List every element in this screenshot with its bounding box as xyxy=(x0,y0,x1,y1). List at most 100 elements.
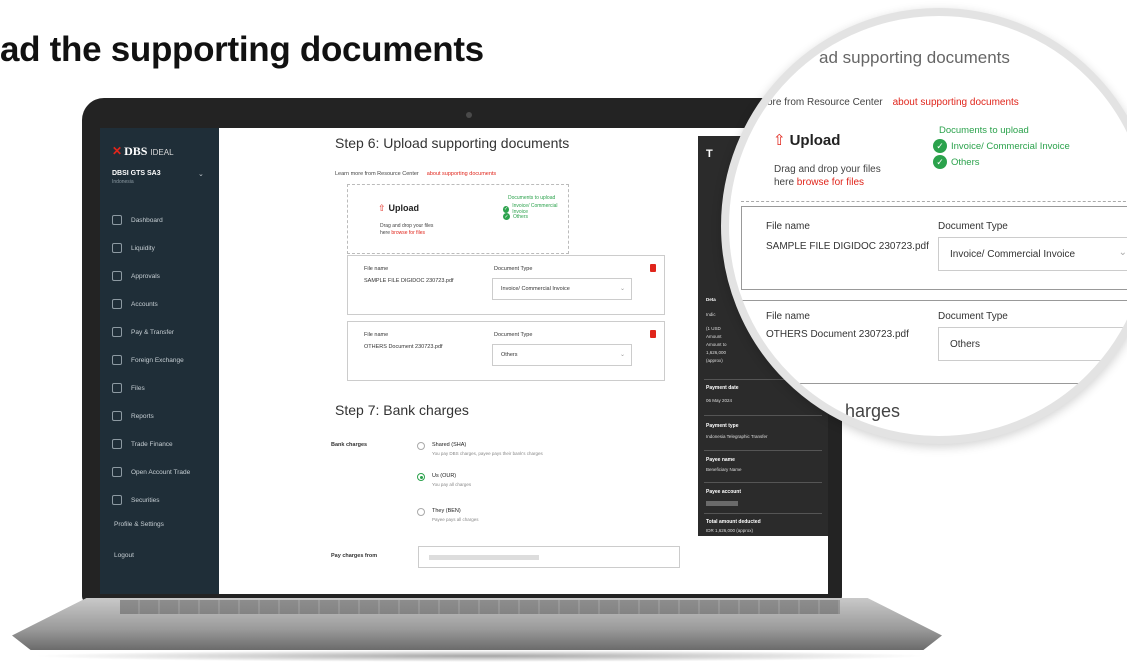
sidebar-item-logout[interactable]: Logout xyxy=(114,552,134,559)
file-name-value: OTHERS Document 230723.pdf xyxy=(766,329,909,340)
sidebar-item-liquidity[interactable]: Liquidity xyxy=(100,234,219,262)
sidebar-item-open-account-trade[interactable]: Open Account Trade xyxy=(100,458,219,486)
doc-item-label: Invoice/ Commercial Invoice xyxy=(951,140,1070,152)
laptop-screen: ✕ DBS IDEAL DBSI GTS SA3 Indonesia ⌄ Dash… xyxy=(100,128,828,594)
chevron-down-icon: ⌄ xyxy=(1118,247,1127,258)
summary-value: IDR 1,626,000 (approx) xyxy=(706,528,754,533)
summary-title: T xyxy=(706,148,713,160)
summary-label: Payee name xyxy=(706,457,735,463)
summary-partial: Amount to xyxy=(706,342,727,347)
learn-more-text: ore from Resource Center xyxy=(767,97,883,108)
sidebar-item-reports[interactable]: Reports xyxy=(100,402,219,430)
sidebar-item-files[interactable]: Files xyxy=(100,374,219,402)
magnifier-callout: ad supporting documents ore from Resourc… xyxy=(721,8,1127,444)
doc-type-value: Invoice/ Commercial Invoice xyxy=(501,286,570,292)
sidebar-item-approvals[interactable]: Approvals xyxy=(100,262,219,290)
trash-icon[interactable] xyxy=(650,330,656,338)
radio-button-selected[interactable] xyxy=(417,473,425,481)
magnified-title: ad supporting documents xyxy=(819,48,1010,67)
trash-icon[interactable] xyxy=(650,264,656,272)
chevron-down-icon: ⌄ xyxy=(619,286,625,292)
doc-type-select[interactable]: Others ⌄ xyxy=(492,344,632,366)
upload-dropzone[interactable]: ⇧ Upload Drag and drop your files here bro… xyxy=(347,184,569,254)
pay-transfer-icon xyxy=(112,327,122,337)
sidebar-item-foreign-exchange[interactable]: Foreign Exchange xyxy=(100,346,219,374)
files-icon xyxy=(112,383,122,393)
magnified-file-card-1: File name SAMPLE FILE DIGIDOC 230723.pdf… xyxy=(741,206,1127,290)
pay-charges-from-select[interactable] xyxy=(418,546,680,568)
file-name-value: OTHERS Document 230723.pdf xyxy=(364,344,443,350)
sidebar-item-securities[interactable]: Securities xyxy=(100,486,219,514)
doc-type-label: Document Type xyxy=(938,221,1008,232)
radio-title: Shared (SHA) xyxy=(432,442,467,448)
drag-prefix: here xyxy=(380,230,391,236)
sidebar-item-label: Foreign Exchange xyxy=(131,356,184,364)
magnified-drag-hint: Drag and drop your files here browse for … xyxy=(774,163,881,189)
reports-icon xyxy=(112,411,122,421)
divider xyxy=(704,513,822,514)
sidebar-item-profile-settings[interactable]: Profile & Settings xyxy=(114,521,164,528)
sidebar-item-label: Dashboard xyxy=(131,216,163,224)
learn-more-text: Learn more from Resource Center xyxy=(335,171,419,177)
brand-logo[interactable]: ✕ DBS IDEAL xyxy=(112,144,174,159)
pay-charges-from-label: Pay charges from xyxy=(331,553,378,559)
sidebar-item-label: Pay & Transfer xyxy=(131,328,174,336)
divider xyxy=(704,450,822,451)
page-headline: ad the supporting documents xyxy=(0,30,484,69)
securities-icon xyxy=(112,495,122,505)
file-card-1: File name SAMPLE FILE DIGIDOC 230723.pdf… xyxy=(347,255,665,315)
supporting-docs-link[interactable]: about supporting documents xyxy=(893,97,1019,108)
step6-title: Step 6: Upload supporting documents xyxy=(335,135,570,151)
supporting-docs-link[interactable]: about supporting documents xyxy=(427,171,496,177)
doc-type-value: Others xyxy=(501,352,518,358)
sidebar-item-label: Trade Finance xyxy=(131,440,173,448)
sidebar-item-label: Open Account Trade xyxy=(131,468,191,476)
dropzone-border xyxy=(741,201,1127,202)
check-icon: ✓ xyxy=(933,155,947,169)
file-name-label: File name xyxy=(766,221,810,232)
magnified-charges-fragment: harges xyxy=(845,401,901,421)
magnified-upload-title[interactable]: ⇧ Upload xyxy=(773,131,840,149)
doc-type-select[interactable]: Others xyxy=(938,327,1127,361)
summary-partial: Amount xyxy=(706,334,722,339)
liquidity-icon xyxy=(112,243,122,253)
doc-type-label: Document Type xyxy=(494,332,533,338)
trade-finance-icon xyxy=(112,439,122,449)
radio-subtitle: Payee pays all charges xyxy=(432,517,479,522)
approvals-icon xyxy=(112,271,122,281)
browse-files-link[interactable]: browse for files xyxy=(797,177,864,188)
magnified-doc-others: ✓ Others xyxy=(933,155,980,169)
file-name-label: File name xyxy=(364,332,389,338)
doc-type-label: Document Type xyxy=(494,266,533,272)
browse-files-link[interactable]: browse for files xyxy=(391,230,425,236)
radio-title: Us (OUR) xyxy=(432,473,457,479)
cloud-upload-icon: ⇧ xyxy=(378,203,386,213)
sidebar-item-label: Reports xyxy=(131,412,154,420)
chevron-down-icon[interactable]: ⌄ xyxy=(198,170,204,178)
sidebar-item-accounts[interactable]: Accounts xyxy=(100,290,219,318)
check-icon: ✓ xyxy=(503,213,510,220)
check-icon: ✓ xyxy=(503,205,510,213)
doc-type-select[interactable]: Invoice/ Commercial Invoice ⌄ xyxy=(938,237,1127,271)
sidebar-item-dashboard[interactable]: Dashboard xyxy=(100,206,219,234)
upload-label: Upload xyxy=(789,132,841,149)
brand-suffix: IDEAL xyxy=(150,148,174,157)
sidebar-item-trade-finance[interactable]: Trade Finance xyxy=(100,430,219,458)
check-icon: ✓ xyxy=(933,139,947,153)
org-switcher[interactable]: DBSI GTS SA3 xyxy=(112,170,161,177)
radio-button[interactable] xyxy=(417,508,425,516)
cloud-upload-icon: ⇧ xyxy=(773,132,786,149)
fx-icon xyxy=(112,355,122,365)
radio-title: They (BEN) xyxy=(432,508,461,514)
blurred-account xyxy=(429,555,539,560)
org-country: Indonesia xyxy=(112,179,134,185)
sidebar-nav: Dashboard Liquidity Approvals Accounts P… xyxy=(100,206,219,514)
sidebar-item-pay-transfer[interactable]: Pay & Transfer xyxy=(100,318,219,346)
doc-type-select[interactable]: Invoice/ Commercial Invoice ⌄ xyxy=(492,278,632,300)
file-name-value: SAMPLE FILE DIGIDOC 230723.pdf xyxy=(766,241,929,252)
doc-type-label: Document Type xyxy=(938,311,1008,322)
open-account-icon xyxy=(112,467,122,477)
divider xyxy=(704,482,822,483)
camera-icon xyxy=(466,112,472,118)
radio-button[interactable] xyxy=(417,442,425,450)
